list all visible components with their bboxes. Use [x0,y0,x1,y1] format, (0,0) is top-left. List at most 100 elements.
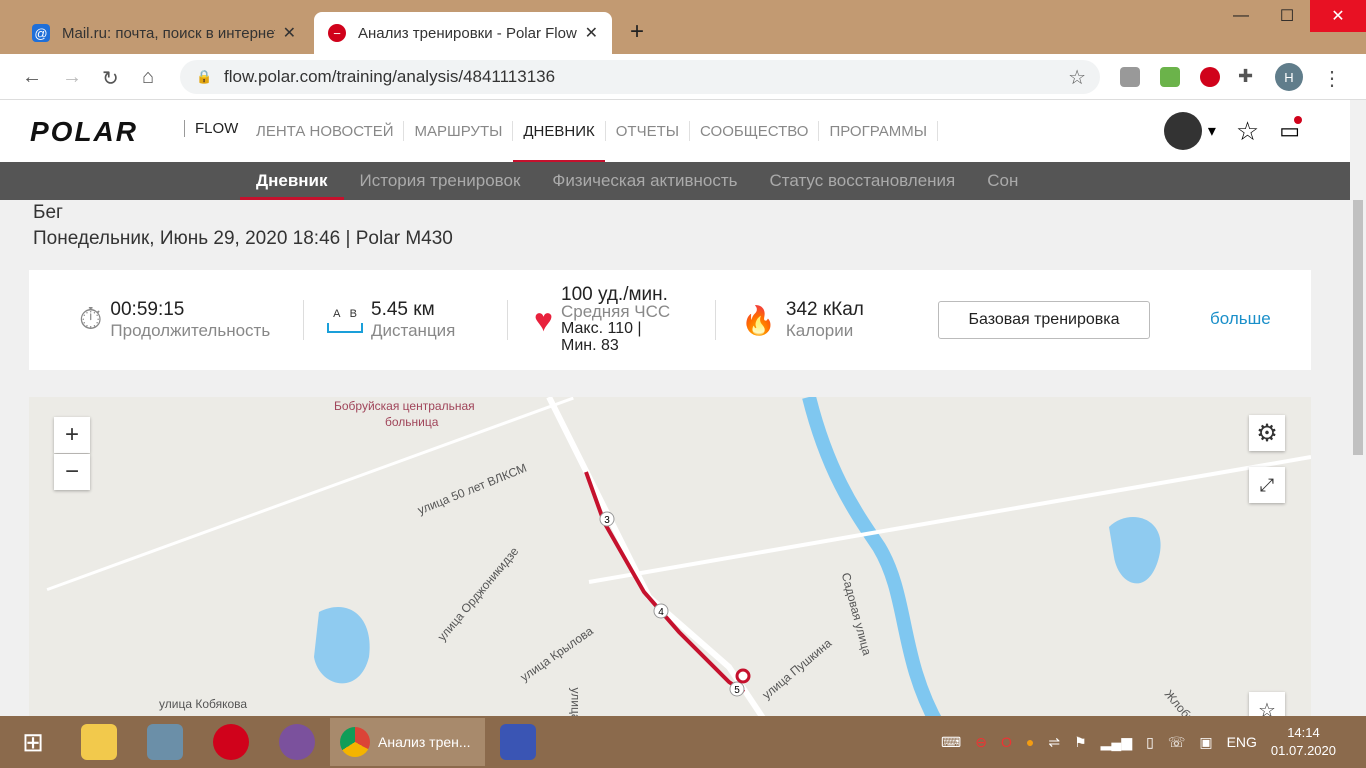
close-tab-icon[interactable]: ✕ [283,23,296,43]
heart-rate-stat: ♥ 100 уд./мин. Средняя ЧСС Макс. 110 | Мин.… [534,270,670,370]
viber-tray-icon[interactable]: ☏ [1168,734,1186,751]
route-marker-5: 5 [734,685,740,696]
opera-icon[interactable] [198,716,264,768]
page: POLAR FLOW ЛЕНТА НОВОСТЕЙ МАРШРУТЫ ДНЕВН… [0,100,1350,768]
bookmark-star-icon[interactable]: ☆ [1068,65,1086,90]
map-label: больница [385,415,439,429]
reload-icon[interactable]: ↻ [102,66,119,91]
calories-stat: 🔥 342 кКал Калории [741,270,864,370]
a-label: A [333,307,341,320]
forward-icon[interactable]: → [62,66,82,89]
subnav-activity[interactable]: Физическая активность [536,162,753,200]
chevron-down-icon: ▾ [1207,123,1216,140]
flow-label: FLOW [184,120,238,137]
scrollbar[interactable] [1350,100,1366,716]
adblock-icon[interactable] [1200,67,1220,87]
menu-news[interactable]: ЛЕНТА НОВОСТЕЙ [246,121,405,141]
flame-icon: 🔥 [741,304,776,336]
chrome-taskbar-button[interactable]: Анализ трен... [330,718,485,766]
distance-label: Дистанция [371,321,456,340]
polar-sync-icon[interactable]: ⊖ [975,734,987,751]
menu-routes[interactable]: МАРШРУТЫ [404,121,514,141]
hr-min: Мин. 83 [561,337,619,354]
tab-mailru[interactable]: @ Mail.ru: почта, поиск в интернете ✕ [18,12,310,54]
map-label: улица Кобякова [159,697,248,711]
hr-label: Средняя ЧСС [561,302,671,321]
home-icon[interactable]: ⌂ [142,66,154,89]
polar-logo[interactable]: POLAR [30,116,138,148]
training-benefit-button[interactable]: Базовая тренировка [938,301,1150,339]
network-icon[interactable]: ▣ [1199,734,1212,751]
heart-icon: ♥ [534,301,553,338]
route-marker-3: 3 [604,515,610,526]
keyboard-icon[interactable]: ⌨ [941,734,961,751]
subnav-diary[interactable]: Дневник [240,162,344,200]
favorites-star-icon[interactable]: ☆ [1236,116,1259,147]
more-link[interactable]: больше [1210,309,1271,329]
close-window-button[interactable]: ✕ [1310,0,1366,32]
map-label: Бобруйская центральная [334,399,475,413]
tab-title: Mail.ru: почта, поиск в интернете [62,24,275,42]
save-app-icon[interactable] [485,716,551,768]
address-bar-row: ← → ↻ ⌂ 🔒 flow.polar.com/training/analys… [0,54,1366,100]
new-tab-button[interactable]: + [630,18,644,46]
url-input[interactable]: 🔒 flow.polar.com/training/analysis/48411… [180,60,1100,94]
menu-kebab-icon[interactable]: ⋮ [1322,66,1342,91]
language-indicator[interactable]: ENG [1227,734,1257,750]
tab-polar-flow[interactable]: − Анализ тренировки - Polar Flow ✕ [314,12,612,54]
clock-date: 01.07.2020 [1270,743,1336,758]
clock[interactable]: 14:14 01.07.2020 [1271,724,1336,760]
route-marker-4: 4 [658,607,664,618]
avast-icon[interactable]: ● [1026,734,1034,750]
b-label: B [349,307,357,320]
viber-icon[interactable] [264,716,330,768]
map-canvas: 3 4 5 [46,397,1311,727]
training-date: Понедельник, Июнь 29, 2020 18:46 | Polar… [33,228,453,249]
polar-icon: − [328,24,346,42]
zoom-in-button[interactable]: + [54,417,90,453]
tab-strip: @ Mail.ru: почта, поиск в интернете ✕ − … [0,0,1366,54]
start-button[interactable]: ⊞ [0,716,66,768]
back-icon[interactable]: ← [22,66,42,89]
hr-max: Макс. 110 | [561,320,642,337]
zoom-out-button[interactable]: − [54,454,90,490]
fullscreen-icon[interactable]: ⤢ [1249,467,1285,503]
maximize-button[interactable]: ☐ [1264,0,1310,32]
notifications-icon[interactable]: ▭ [1279,116,1302,144]
taskbar-app-title: Анализ трен... [378,734,471,750]
usb-icon[interactable]: ⇌ [1048,734,1060,751]
explorer-icon[interactable] [66,716,132,768]
extension-icon[interactable] [1120,67,1140,87]
distance-stat: A B 5.45 км Дистанция [327,270,455,370]
menu-community[interactable]: СООБЩЕСТВО [690,121,820,141]
locate-icon[interactable]: ⚙ [1249,415,1285,451]
subnav-sleep[interactable]: Сон [971,162,1034,200]
menu-diary[interactable]: ДНЕВНИК [513,121,606,163]
opera-tray-icon[interactable]: O [1001,734,1012,750]
taskbar: ⊞ Анализ трен... ⌨ ⊖ O ● ⇌ ⚑ ▂▄▆ ▯ ☏ ▣ E… [0,716,1366,768]
duration-label: Продолжительность [110,321,271,340]
sub-navigation: Дневник История тренировок Физическая ак… [0,162,1350,200]
flag-icon[interactable]: ⚑ [1074,734,1087,751]
chrome-icon [340,727,370,757]
route-map[interactable]: 3 4 5 Бобруйская центральная больница ул… [29,397,1311,727]
signal-icon[interactable]: ▂▄▆ [1101,734,1132,751]
menu-reports[interactable]: ОТЧЕТЫ [606,121,691,141]
menu-programs[interactable]: ПРОГРАММЫ [819,121,938,141]
user-menu[interactable]: ▾ [1163,112,1216,150]
close-tab-icon[interactable]: ✕ [585,23,598,43]
puzzle-icon[interactable]: ✚ [1238,66,1253,87]
subnav-history[interactable]: История тренировок [344,162,537,200]
tab-title: Анализ тренировки - Polar Flow [358,24,577,42]
profile-avatar[interactable]: H [1275,63,1303,91]
duration-stat: ⏱ 00:59:15 Продолжительность [79,270,270,370]
clock-time: 14:14 [1287,725,1320,740]
subnav-recovery[interactable]: Статус восстановления [754,162,972,200]
minimize-button[interactable]: — [1218,0,1264,32]
distance-value: 5.45 км [371,299,435,320]
battery-icon[interactable]: ▯ [1146,734,1154,751]
duration-value: 00:59:15 [110,299,185,320]
calculator-icon[interactable] [132,716,198,768]
extension-icon[interactable] [1160,67,1180,87]
ruler-icon [327,322,363,333]
